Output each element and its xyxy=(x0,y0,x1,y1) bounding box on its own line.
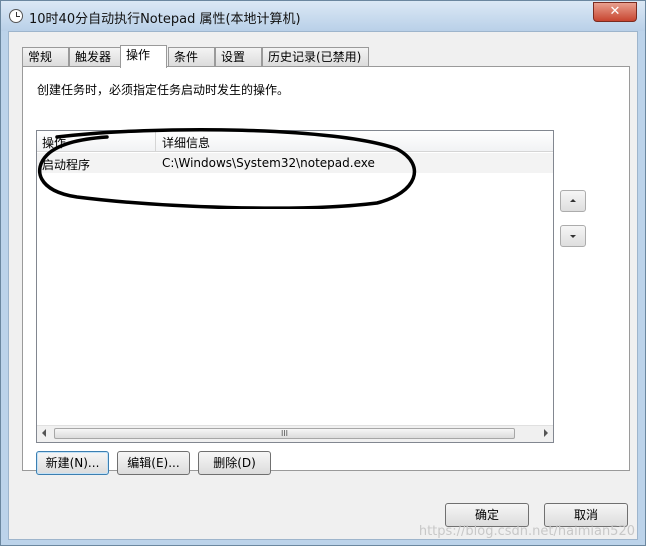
actions-panel: 创建任务时，必须指定任务启动时发生的操作。 操作 详细信息 启动程序 C:\Wi… xyxy=(22,66,630,475)
dialog-client: 常规 触发器 操作 条件 设置 历史记录(已禁用) 创建任务时，必须指定任务启动… xyxy=(8,31,638,540)
tab-settings[interactable]: 设置 xyxy=(215,47,262,66)
column-header-action[interactable]: 操作 xyxy=(42,134,66,151)
title-bar[interactable]: 10时40分自动执行Notepad 属性(本地计算机) ✕ xyxy=(1,1,645,31)
tab-general[interactable]: 常规 xyxy=(22,47,69,66)
column-header-details[interactable]: 详细信息 xyxy=(162,134,210,151)
tab-conditions[interactable]: 条件 xyxy=(168,47,215,66)
scroll-left-icon[interactable] xyxy=(42,429,46,437)
watermark: https://blog.csdn.net/haimian520 xyxy=(418,524,635,539)
move-down-icon xyxy=(570,235,576,238)
tab-actions[interactable]: 操作 xyxy=(120,45,167,68)
scroll-thumb[interactable]: III xyxy=(54,428,515,439)
move-down-button[interactable] xyxy=(560,225,586,247)
move-up-button[interactable] xyxy=(560,190,586,212)
list-header: 操作 详细信息 xyxy=(37,131,553,152)
column-divider[interactable] xyxy=(155,131,156,151)
edit-action-button[interactable]: 编辑(E)... xyxy=(117,451,190,475)
window-title: 10时40分自动执行Notepad 属性(本地计算机) xyxy=(29,12,301,27)
clock-icon xyxy=(9,9,23,23)
close-button[interactable]: ✕ xyxy=(593,2,637,22)
tab-triggers[interactable]: 触发器 xyxy=(69,47,121,66)
panel-description: 创建任务时，必须指定任务启动时发生的操作。 xyxy=(37,83,290,97)
properties-window: 10时40分自动执行Notepad 属性(本地计算机) ✕ 常规 触发器 操作 … xyxy=(0,0,646,546)
delete-action-button[interactable]: 删除(D) xyxy=(198,451,271,475)
new-action-button[interactable]: 新建(N)... xyxy=(36,451,109,475)
actions-list[interactable]: 操作 详细信息 启动程序 C:\Windows\System32\notepad… xyxy=(36,130,554,443)
horizontal-scrollbar[interactable]: III xyxy=(37,425,553,442)
move-up-icon xyxy=(570,199,576,202)
row-details: C:\Windows\System32\notepad.exe xyxy=(162,156,375,170)
row-action: 启动程序 xyxy=(42,158,91,172)
list-item[interactable]: 启动程序 C:\Windows\System32\notepad.exe xyxy=(37,153,553,173)
scroll-right-icon[interactable] xyxy=(544,429,548,437)
tab-history[interactable]: 历史记录(已禁用) xyxy=(262,47,369,66)
